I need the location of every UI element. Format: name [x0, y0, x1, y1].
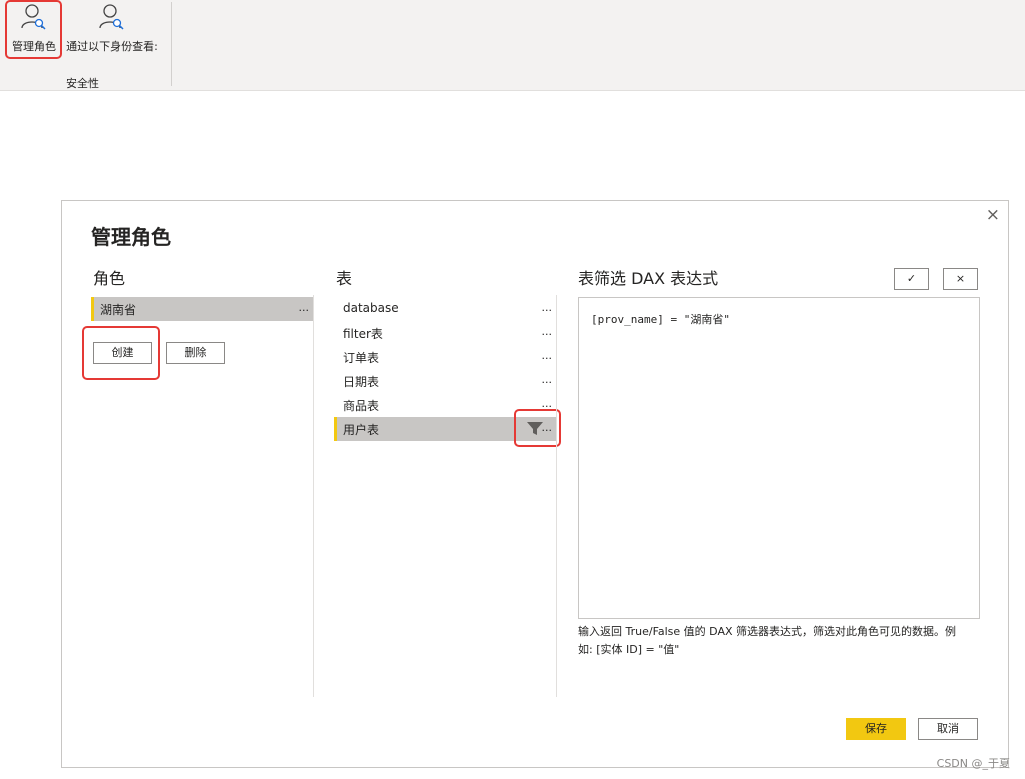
tables-header: 表	[336, 269, 353, 288]
watermark: CSDN @_于夏	[936, 757, 1010, 770]
discard-icon[interactable]: ×	[943, 268, 978, 290]
dax-help-text: 输入返回 True/False 值的 DAX 筛选器表达式，筛选对此角色可见的数…	[578, 625, 957, 656]
more-options-icon[interactable]: ...	[542, 301, 553, 314]
security-group-label: 安全性	[66, 77, 99, 90]
roles-header: 角色	[93, 269, 126, 288]
table-name: database	[343, 301, 399, 315]
more-options-icon[interactable]: ...	[542, 325, 553, 338]
confirm-icon[interactable]: ✓	[894, 268, 929, 290]
dax-expression: [prov_name] = "湖南省"	[591, 313, 730, 326]
view-as-label: 通过以下身份查看:	[66, 40, 158, 53]
more-options-icon[interactable]: ...	[299, 301, 310, 314]
group-separator	[171, 2, 172, 86]
save-button[interactable]: 保存	[846, 718, 906, 740]
dax-header: 表筛选 DAX 表达式	[578, 269, 719, 288]
delete-role-button[interactable]: 删除	[166, 342, 225, 364]
column-divider	[313, 295, 314, 697]
filter-highlight	[514, 409, 561, 447]
user-search-icon	[99, 4, 124, 30]
cancel-button[interactable]: 取消	[918, 718, 978, 740]
table-name: 用户表	[343, 423, 380, 437]
table-item[interactable]: database ...	[334, 297, 556, 321]
column-divider	[556, 295, 557, 697]
more-options-icon[interactable]: ...	[542, 373, 553, 386]
ribbon: 管理角色 通过以下身份查看: 安全性	[0, 0, 1025, 91]
table-name: 商品表	[343, 399, 380, 413]
manage-roles-highlight	[5, 0, 62, 59]
close-icon[interactable]: ×	[986, 205, 1000, 225]
role-item[interactable]: 湖南省 ...	[91, 297, 313, 321]
role-name: 湖南省	[100, 303, 137, 317]
table-item[interactable]: 日期表 ...	[334, 369, 556, 393]
create-role-highlight	[82, 326, 160, 380]
manage-roles-dialog: × 管理角色 角色 湖南省 ... 创建 删除 表 database ... f…	[61, 200, 1009, 768]
view-as-button[interactable]: 通过以下身份查看:	[62, 0, 162, 60]
table-name: 日期表	[343, 375, 380, 389]
table-name: filter表	[343, 327, 383, 341]
table-name: 订单表	[343, 351, 380, 365]
more-options-icon[interactable]: ...	[542, 349, 553, 362]
table-item[interactable]: 订单表 ...	[334, 345, 556, 369]
dax-expression-editor[interactable]: [prov_name] = "湖南省"	[578, 297, 980, 619]
table-item[interactable]: filter表 ...	[334, 321, 556, 345]
dialog-title: 管理角色	[91, 225, 171, 249]
